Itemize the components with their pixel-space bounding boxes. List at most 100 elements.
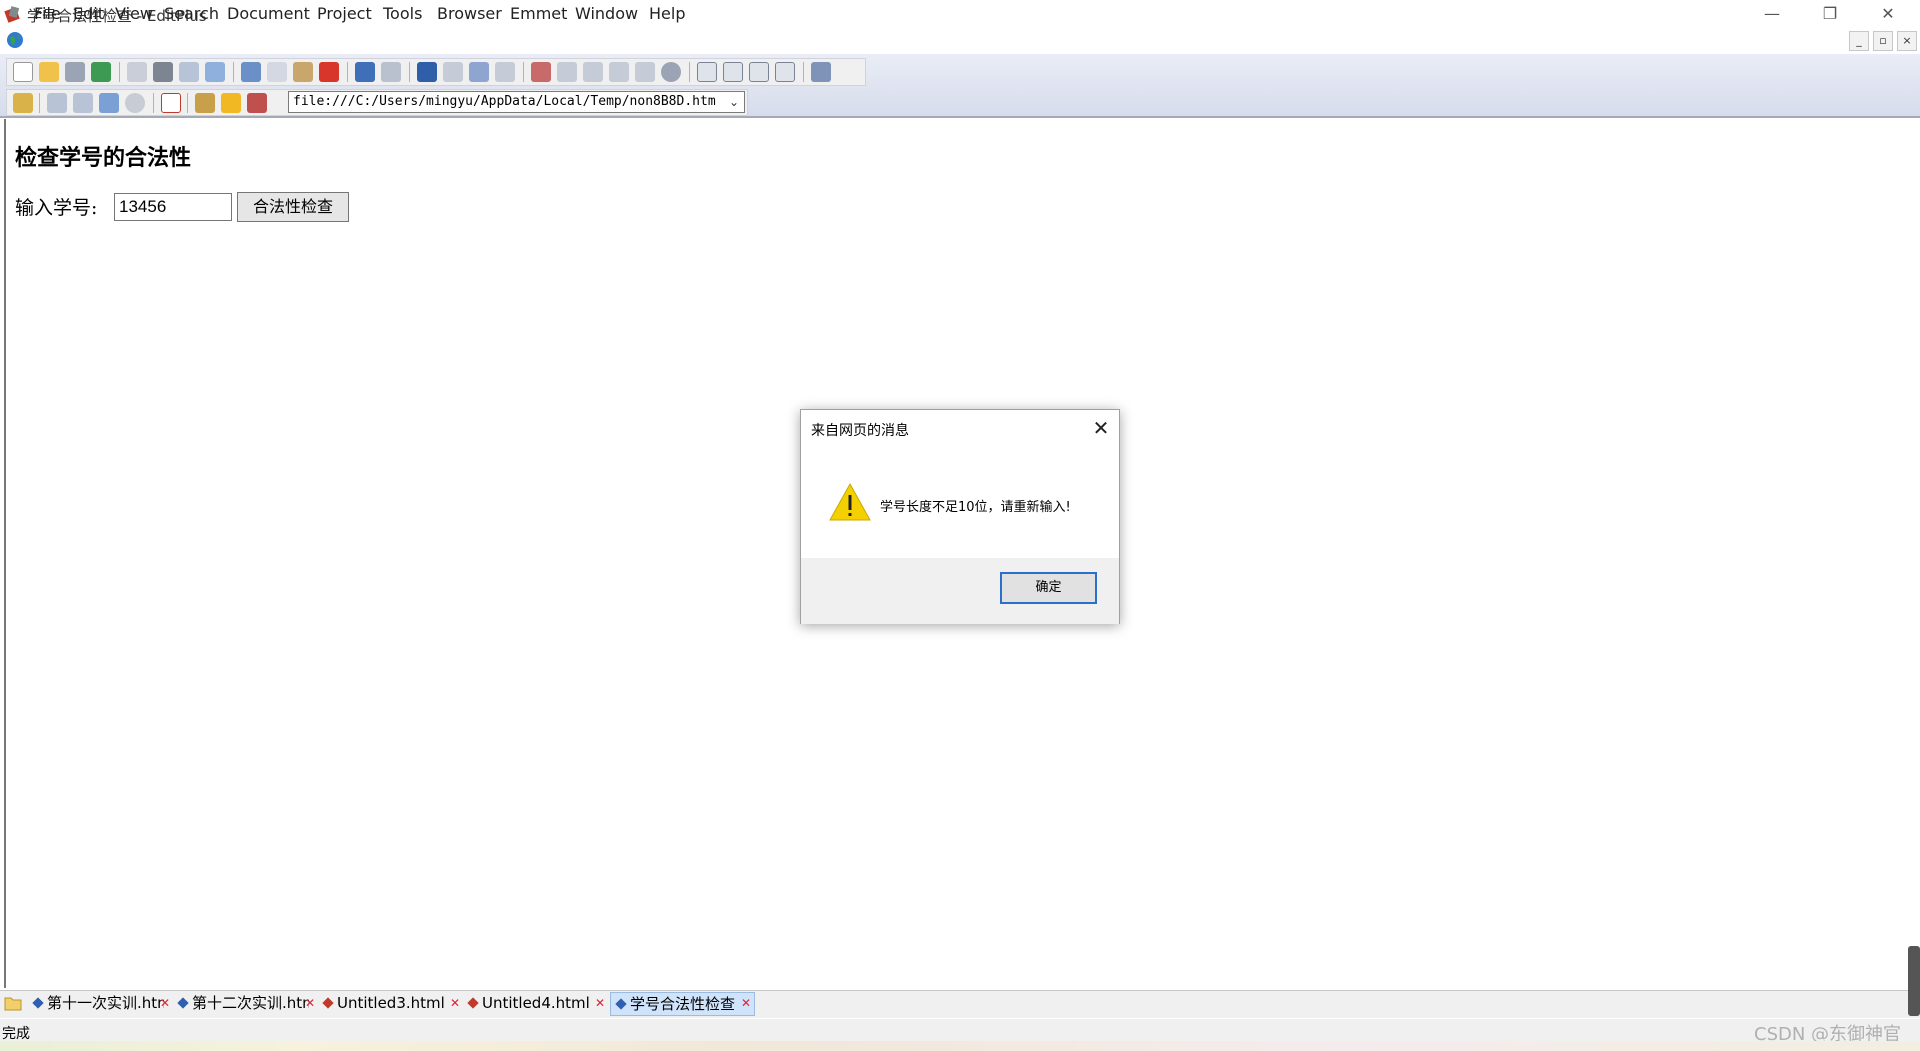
main-toolbar — [6, 58, 866, 86]
favorites-star-icon[interactable] — [221, 93, 241, 113]
toolbar-separator — [347, 62, 348, 82]
folder-icon[interactable] — [4, 994, 22, 1012]
dialog-message: 学号长度不足10位，请重新输入! — [880, 500, 1071, 515]
home-icon[interactable] — [195, 93, 215, 113]
save-icon[interactable] — [65, 62, 85, 82]
directory-window-icon[interactable] — [697, 62, 717, 82]
html-file-icon — [177, 997, 189, 1009]
editplus-app-icon — [4, 6, 20, 23]
menu-help[interactable]: Help — [649, 4, 685, 23]
warning-icon — [829, 482, 871, 521]
toolbar-separator — [153, 93, 154, 113]
toolbar-separator — [119, 62, 120, 82]
minimize-button[interactable]: — — [1743, 0, 1801, 28]
vertical-scrollbar-thumb[interactable] — [1908, 946, 1920, 1016]
spellcheck-icon[interactable] — [179, 62, 199, 82]
tab-close-icon[interactable]: ✕ — [593, 996, 607, 1010]
url-dropdown-icon[interactable]: ⌄ — [725, 93, 743, 111]
tab-label: 第十二次实训.htm — [192, 994, 309, 1012]
output-window-icon[interactable] — [749, 62, 769, 82]
tab-close-icon[interactable]: ✕ — [739, 996, 753, 1010]
html-file-icon — [467, 997, 479, 1009]
new-file-icon[interactable] — [13, 62, 33, 82]
dialog-title: 来自网页的消息 — [811, 423, 909, 439]
html-file-icon — [32, 997, 44, 1009]
menu-edit[interactable]: Edit — [73, 4, 104, 23]
refresh-icon[interactable] — [99, 93, 119, 113]
browser-view-icon[interactable] — [205, 62, 225, 82]
ok-button[interactable]: 确定 — [1000, 572, 1097, 604]
fullscreen-icon[interactable] — [775, 62, 795, 82]
paste-icon[interactable] — [293, 62, 313, 82]
menu-window[interactable]: Window — [575, 4, 638, 23]
window-close-button[interactable]: ✕ — [1859, 0, 1917, 28]
menu-view[interactable]: View — [115, 4, 153, 23]
stop-icon[interactable] — [125, 93, 145, 113]
font-icon[interactable] — [531, 62, 551, 82]
status-text: 完成 — [2, 1026, 30, 1042]
tab-close-icon[interactable]: ✕ — [303, 996, 317, 1010]
tab-document[interactable]: Untitled4.html — [463, 992, 597, 1016]
html-file-icon — [322, 997, 334, 1009]
globe-icon — [7, 32, 23, 48]
menu-document[interactable]: Document — [227, 4, 310, 23]
find-icon[interactable] — [417, 62, 437, 82]
toolbar-separator — [187, 93, 188, 113]
save-all-icon[interactable] — [91, 62, 111, 82]
browser-icon[interactable] — [247, 93, 267, 113]
toolbar-separator — [523, 62, 524, 82]
tab-close-icon[interactable]: ✕ — [158, 996, 172, 1010]
url-input[interactable]: file:///C:/Users/mingyu/AppData/Local/Te… — [288, 91, 745, 113]
forward-arrow-icon[interactable] — [73, 93, 93, 113]
print-icon[interactable] — [153, 62, 173, 82]
alert-dialog: 来自网页的消息 ✕ 学号长度不足10位，请重新输入! 确定 — [800, 409, 1120, 624]
tab-label: Untitled4.html — [482, 994, 590, 1012]
menu-browser[interactable]: Browser — [437, 4, 502, 23]
tab-document[interactable]: 第十一次实训.htm — [28, 992, 164, 1016]
mdi-minimize-button[interactable]: _ — [1849, 31, 1869, 51]
goto-line-icon[interactable] — [495, 62, 515, 82]
find-in-files-icon[interactable] — [469, 62, 489, 82]
dialog-close-button[interactable]: ✕ — [1089, 417, 1113, 441]
replace-icon[interactable] — [443, 62, 463, 82]
tab-active-document[interactable]: 学号合法性检查 — [610, 992, 755, 1016]
menu-search[interactable]: Search — [164, 4, 219, 23]
print-preview-icon[interactable] — [127, 62, 147, 82]
taskbar-strip — [0, 1041, 1920, 1051]
menu-tools[interactable]: Tools — [383, 4, 422, 23]
mdi-restore-button[interactable]: ▫ — [1873, 31, 1893, 51]
redo-icon[interactable] — [381, 62, 401, 82]
student-id-input[interactable]: 13456 — [114, 193, 232, 221]
back-arrow-icon[interactable] — [47, 93, 67, 113]
settings-gear-icon[interactable] — [661, 62, 681, 82]
restore-button[interactable]: ❐ — [1801, 0, 1859, 28]
html-file-icon — [615, 998, 627, 1010]
toolbar-separator — [689, 62, 690, 82]
toolbar-separator — [803, 62, 804, 82]
menu-file[interactable]: File — [34, 4, 61, 23]
menu-emmet[interactable]: Emmet — [510, 4, 567, 23]
mdi-close-button[interactable]: × — [1897, 31, 1917, 51]
menu-project[interactable]: Project — [317, 4, 372, 23]
cliptext-window-icon[interactable] — [723, 62, 743, 82]
column-icon[interactable] — [609, 62, 629, 82]
open-folder-icon[interactable] — [39, 62, 59, 82]
help-icon[interactable] — [811, 62, 831, 82]
copy-icon[interactable] — [267, 62, 287, 82]
tab-document[interactable]: 第十二次实训.htm — [173, 992, 309, 1016]
validity-check-button[interactable]: 合法性检查 — [237, 192, 349, 222]
menu-bar — [0, 28, 1920, 54]
undo-icon[interactable] — [355, 62, 375, 82]
hex-icon[interactable] — [557, 62, 577, 82]
toolbar-separator — [233, 62, 234, 82]
toolbar-separator — [409, 62, 410, 82]
pdf-icon[interactable] — [161, 93, 181, 113]
line-number-icon[interactable] — [635, 62, 655, 82]
delete-icon[interactable] — [319, 62, 339, 82]
tab-document[interactable]: Untitled3.html — [318, 992, 452, 1016]
word-wrap-icon[interactable] — [583, 62, 603, 82]
cut-icon[interactable] — [241, 62, 261, 82]
page-heading: 检查学号的合法性 — [15, 145, 192, 171]
tab-close-icon[interactable]: ✕ — [448, 996, 462, 1010]
edit-pencil-icon[interactable] — [13, 93, 33, 113]
